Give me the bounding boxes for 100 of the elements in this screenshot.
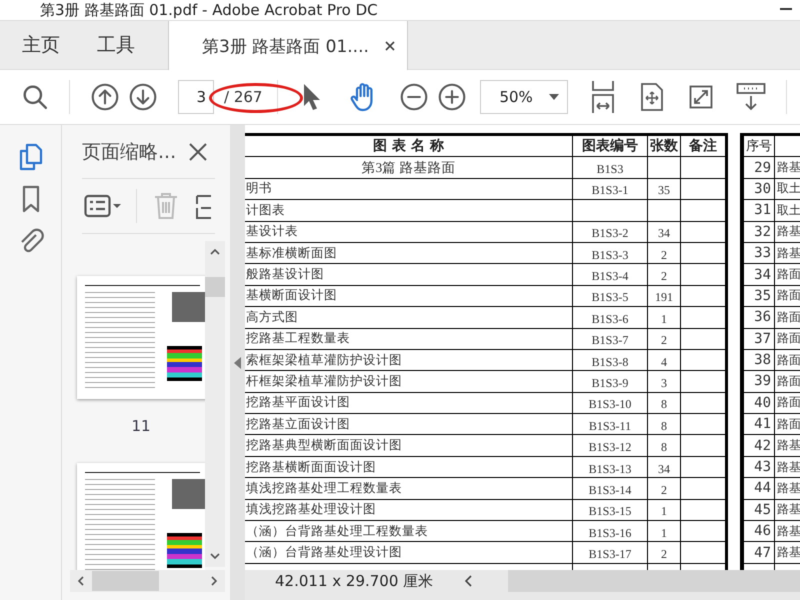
fit-page-icon[interactable] (640, 82, 664, 112)
scroll-left-icon[interactable] (465, 575, 472, 587)
horizontal-scrollbar[interactable] (70, 570, 225, 592)
table-cell: 37 (743, 328, 774, 350)
table-cell (680, 307, 725, 329)
table-cell (647, 157, 680, 179)
table-cell: B1S3-10 (572, 392, 647, 414)
collapse-panel-icon[interactable] (234, 356, 241, 368)
table-cell: 43 (743, 456, 774, 478)
scroll-down-icon[interactable] (210, 553, 220, 559)
table-cell: 2 (647, 478, 680, 500)
table-cell: 杆框架梁植草灌防护设计图 (245, 371, 572, 393)
menu-tab[interactable]: 主页 (0, 21, 75, 69)
table-cell: 39 (743, 371, 774, 393)
table-cell: B1S3-13 (572, 456, 647, 478)
table-cell: 47 (743, 542, 774, 564)
table-cell: 高方式图 (245, 307, 572, 329)
table-cell: 38 (743, 350, 774, 372)
window-title: 第3册 路基路面 01.pdf - Adobe Acrobat Pro DC (40, 0, 378, 20)
table-cell: 34 (743, 264, 774, 286)
page-thumbnails-icon[interactable] (18, 143, 44, 171)
page-label: 11 (131, 417, 151, 435)
table-cell: 索框架梁植草灌防护设计图 (245, 350, 572, 372)
previous-page-icon[interactable] (91, 83, 119, 111)
table-cell (680, 371, 725, 393)
menu-tab[interactable]: 工具 (75, 21, 150, 69)
table-cell: 基设计表 (245, 222, 572, 243)
table-cell: 34 (647, 456, 680, 478)
table-cell (680, 521, 725, 542)
table-cell (680, 200, 725, 222)
table-cell: 挖路基横断面面设计图 (245, 456, 572, 478)
horizontal-scrollbar[interactable] (508, 570, 800, 592)
next-page-icon[interactable] (129, 83, 157, 111)
table-cell (680, 222, 725, 243)
caret-icon (549, 94, 560, 100)
read-mode-icon[interactable] (736, 82, 766, 112)
scroll-up-icon[interactable] (210, 249, 220, 255)
table-cell: 基标准横断面图 (245, 242, 572, 264)
table-cell: 4 (647, 350, 680, 372)
scroll-left-icon[interactable] (78, 576, 84, 586)
table-cell: 挖路基平面设计图 (245, 392, 572, 414)
full-screen-icon[interactable] (689, 84, 714, 110)
zoom-in-icon[interactable] (438, 83, 466, 111)
table-cell: 计图表 (245, 200, 572, 222)
table-cell: 般路基设计图 (245, 264, 572, 286)
table-cell: 8 (647, 392, 680, 414)
close-icon[interactable] (384, 41, 395, 51)
table-cell: 8 (647, 435, 680, 457)
zoom-dropdown[interactable]: 50% (480, 80, 568, 114)
table-cell (680, 157, 725, 179)
table-cell: B1S3-1 (572, 178, 647, 200)
table-cell (680, 478, 725, 500)
table-cell: 191 (647, 286, 680, 308)
table-cell (680, 286, 725, 308)
table-cell: 2 (647, 264, 680, 286)
table-cell: B1S3-6 (572, 307, 647, 329)
scroll-right-icon[interactable] (211, 576, 217, 586)
table-cell: 2 (647, 542, 680, 564)
vertical-scrollbar[interactable] (205, 241, 225, 567)
page-number-field[interactable]: 3 (178, 80, 214, 114)
table-cell: B1S3-14 (572, 478, 647, 500)
search-icon[interactable] (22, 84, 48, 110)
section-title: 第3篇 路基路面 (245, 157, 572, 179)
table-cell: 1 (647, 307, 680, 329)
table-cell (680, 414, 725, 436)
panel-title: 页面缩略... (82, 140, 176, 164)
page-thumbnail[interactable] (77, 276, 205, 399)
table-cell (680, 328, 725, 350)
scrollbar-thumb[interactable] (205, 277, 225, 297)
table-cell: 32 (743, 222, 774, 243)
table-cell (680, 264, 725, 286)
table-cell: 36 (743, 307, 774, 329)
column-header: 备注 (680, 136, 725, 158)
table-cell: 挖路基工程数量表 (245, 328, 572, 350)
table-cell: 3 (647, 371, 680, 393)
table-cell: （涵）台背路基处理工程数量表 (245, 521, 572, 542)
page-thumbnail[interactable] (77, 463, 205, 570)
table-cell: B1S3-8 (572, 350, 647, 372)
cropped-icon[interactable] (195, 192, 211, 220)
document-tab[interactable]: 第3册 路基路面 01.... (168, 21, 408, 71)
column-header: 图表编号 (572, 136, 647, 158)
table-cell: 31 (743, 200, 774, 222)
table-cell (680, 435, 725, 457)
table-cell (647, 200, 680, 222)
close-icon[interactable] (188, 142, 208, 162)
table-cell: 2 (647, 242, 680, 264)
table-cell: 30 (743, 178, 774, 200)
table-cell: 填浅挖路基处理设计图 (245, 500, 572, 522)
table-cell: 8 (647, 414, 680, 436)
table-cell: B1S3-4 (572, 264, 647, 286)
table-cell: 33 (743, 242, 774, 264)
options-icon[interactable] (84, 194, 122, 218)
column-header: 序号 (743, 136, 774, 158)
table-cell: B1S3-17 (572, 542, 647, 564)
table-cell: B1S3-3 (572, 242, 647, 264)
table-cell: 34 (647, 222, 680, 243)
fit-width-icon[interactable] (590, 80, 616, 114)
scrollbar-thumb[interactable] (92, 571, 159, 591)
zoom-out-icon[interactable] (400, 83, 428, 111)
table-cell: 明书 (245, 178, 572, 200)
